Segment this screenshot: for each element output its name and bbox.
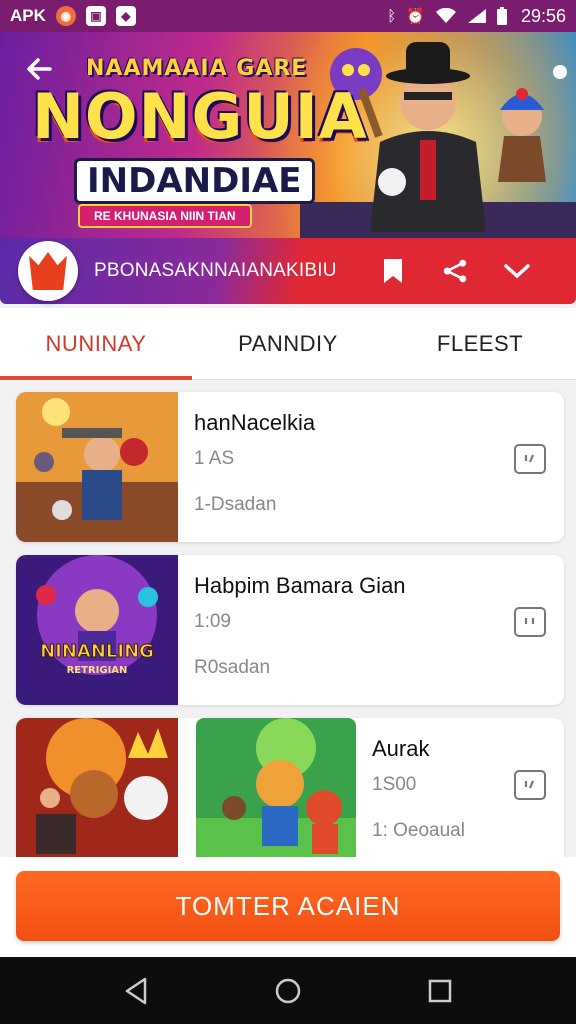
status-bar: APK ◉ ▣ ◆ ᛒ ⏰ 29:56 <box>0 0 576 32</box>
tab-fleest[interactable]: FLEEST <box>384 308 576 379</box>
photo-icon: ◆ <box>115 6 136 26</box>
thumbnail-title: NINANLING <box>40 641 154 662</box>
list-item-thumbnail: NINANLING RETRIGIAN <box>16 555 178 705</box>
battery-icon <box>496 7 507 25</box>
system-nav-bar <box>0 957 576 1024</box>
list-item-title: hanNacelkia <box>194 410 316 435</box>
open-item-icon[interactable] <box>514 770 546 800</box>
game-logo-top: NAAMAAIA GARE <box>86 56 308 81</box>
status-app-label: APK <box>10 6 46 25</box>
list-item-meta: 1:09 <box>194 611 231 632</box>
game-logo-main: NONGUIA <box>32 80 368 153</box>
notification-app-icon: ◉ <box>55 6 76 26</box>
app-icon[interactable] <box>18 241 78 301</box>
signal-icon <box>467 9 486 23</box>
share-icon[interactable] <box>442 258 468 284</box>
primary-action-button[interactable]: TOMTER ACAIEN <box>16 871 560 941</box>
app-title: PBONASAKNNAIANAKIBIU <box>94 260 337 281</box>
list-item-thumbnail <box>16 392 178 542</box>
tab-nuninay[interactable]: NUNINAY <box>0 308 192 380</box>
list-item-meta: 1S00 <box>372 774 417 795</box>
list-item-thumbnail-secondary <box>196 718 356 857</box>
tab-panndiy[interactable]: PANNDIY <box>192 308 384 379</box>
bottom-action-area: TOMTER ACAIEN <box>0 857 576 957</box>
list-item[interactable]: NINANLING RETRIGIAN Habpim Bamara Gian 1… <box>16 555 564 705</box>
wifi-icon <box>435 8 456 23</box>
status-time: 29:56 <box>520 5 566 26</box>
list-item-title: Habpim Bamara Gian <box>194 573 406 598</box>
open-item-icon[interactable] <box>514 444 546 474</box>
image-icon: ▣ <box>85 6 106 26</box>
list-item-subtitle: R0sadan <box>194 657 271 678</box>
list-item[interactable]: Aurak 1S00 1: Oeoaual <box>16 718 564 857</box>
bluetooth-icon: ᛒ <box>387 7 397 25</box>
alarm-icon: ⏰ <box>406 8 425 25</box>
list-item-thumbnail <box>16 718 178 857</box>
list-item[interactable]: hanNacelkia 1 AS 1-Dsadan <box>16 392 564 542</box>
chevron-down-icon[interactable] <box>504 258 530 284</box>
list-item-subtitle: 1-Dsadan <box>194 494 277 515</box>
crown-icon <box>29 252 67 290</box>
app-info-bar: PBONASAKNNAIANAKIBIU <box>0 238 576 304</box>
bookmark-icon[interactable] <box>380 258 406 284</box>
open-item-icon[interactable] <box>514 607 546 637</box>
back-nav-icon[interactable] <box>121 976 151 1006</box>
home-nav-icon[interactable] <box>273 976 303 1006</box>
list-item-title: Aurak <box>372 736 430 761</box>
game-logo-ribbon: RE KHUNASIA NIIN TIAN <box>78 204 252 228</box>
list-item-meta: 1 AS <box>194 448 235 469</box>
recents-nav-icon[interactable] <box>425 976 455 1006</box>
game-logo-sub: INDANDIAE <box>74 158 315 204</box>
hero-banner: NAAMAAIA GARE NONGUIA INDANDIAE RE KHUNA… <box>0 32 576 238</box>
list-item-subtitle: 1: Oeoaual <box>372 820 465 841</box>
content-list[interactable]: hanNacelkia 1 AS 1-Dsadan NINANLING RETR… <box>0 381 576 857</box>
tab-bar: NUNINAY PANNDIY FLEEST <box>0 308 576 380</box>
thumbnail-subtitle: RETRIGIAN <box>67 665 128 676</box>
